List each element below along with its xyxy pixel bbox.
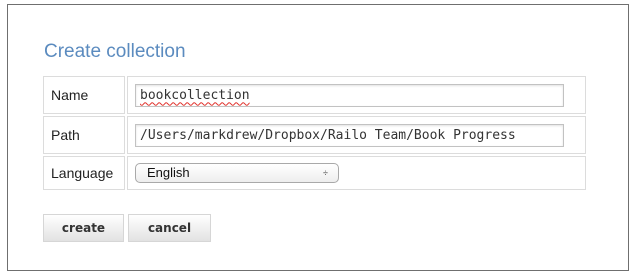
name-field-cell: bookcollection — [127, 76, 586, 114]
language-selected-value: English — [147, 165, 190, 180]
form-row-path: Path /Users/markdrew/Dropbox/Railo Team/… — [43, 116, 586, 154]
language-field-cell: English ÷ — [127, 156, 586, 190]
path-field-cell: /Users/markdrew/Dropbox/Railo Team/Book … — [127, 116, 586, 154]
path-label: Path — [43, 116, 125, 154]
collection-form: Name bookcollection Path /Users/markdrew… — [41, 74, 588, 192]
form-row-language: Language English ÷ — [43, 156, 586, 190]
name-input[interactable]: bookcollection — [135, 83, 564, 107]
page-title: Create collection — [44, 41, 186, 62]
collection-panel: Create collection Name bookcollection Pa… — [7, 4, 629, 271]
language-select[interactable]: English ÷ — [135, 163, 339, 183]
form-row-name: Name bookcollection — [43, 76, 586, 114]
cancel-button[interactable]: cancel — [128, 214, 211, 242]
path-input[interactable]: /Users/markdrew/Dropbox/Railo Team/Book … — [135, 123, 564, 147]
name-input-value: bookcollection — [140, 87, 250, 103]
path-input-value: /Users/markdrew/Dropbox/Railo Team/Book … — [140, 127, 516, 143]
select-arrows-icon: ÷ — [323, 168, 328, 178]
form-actions: create cancel — [43, 214, 211, 242]
name-label: Name — [43, 76, 125, 114]
language-label: Language — [43, 156, 125, 190]
create-button[interactable]: create — [43, 214, 124, 242]
